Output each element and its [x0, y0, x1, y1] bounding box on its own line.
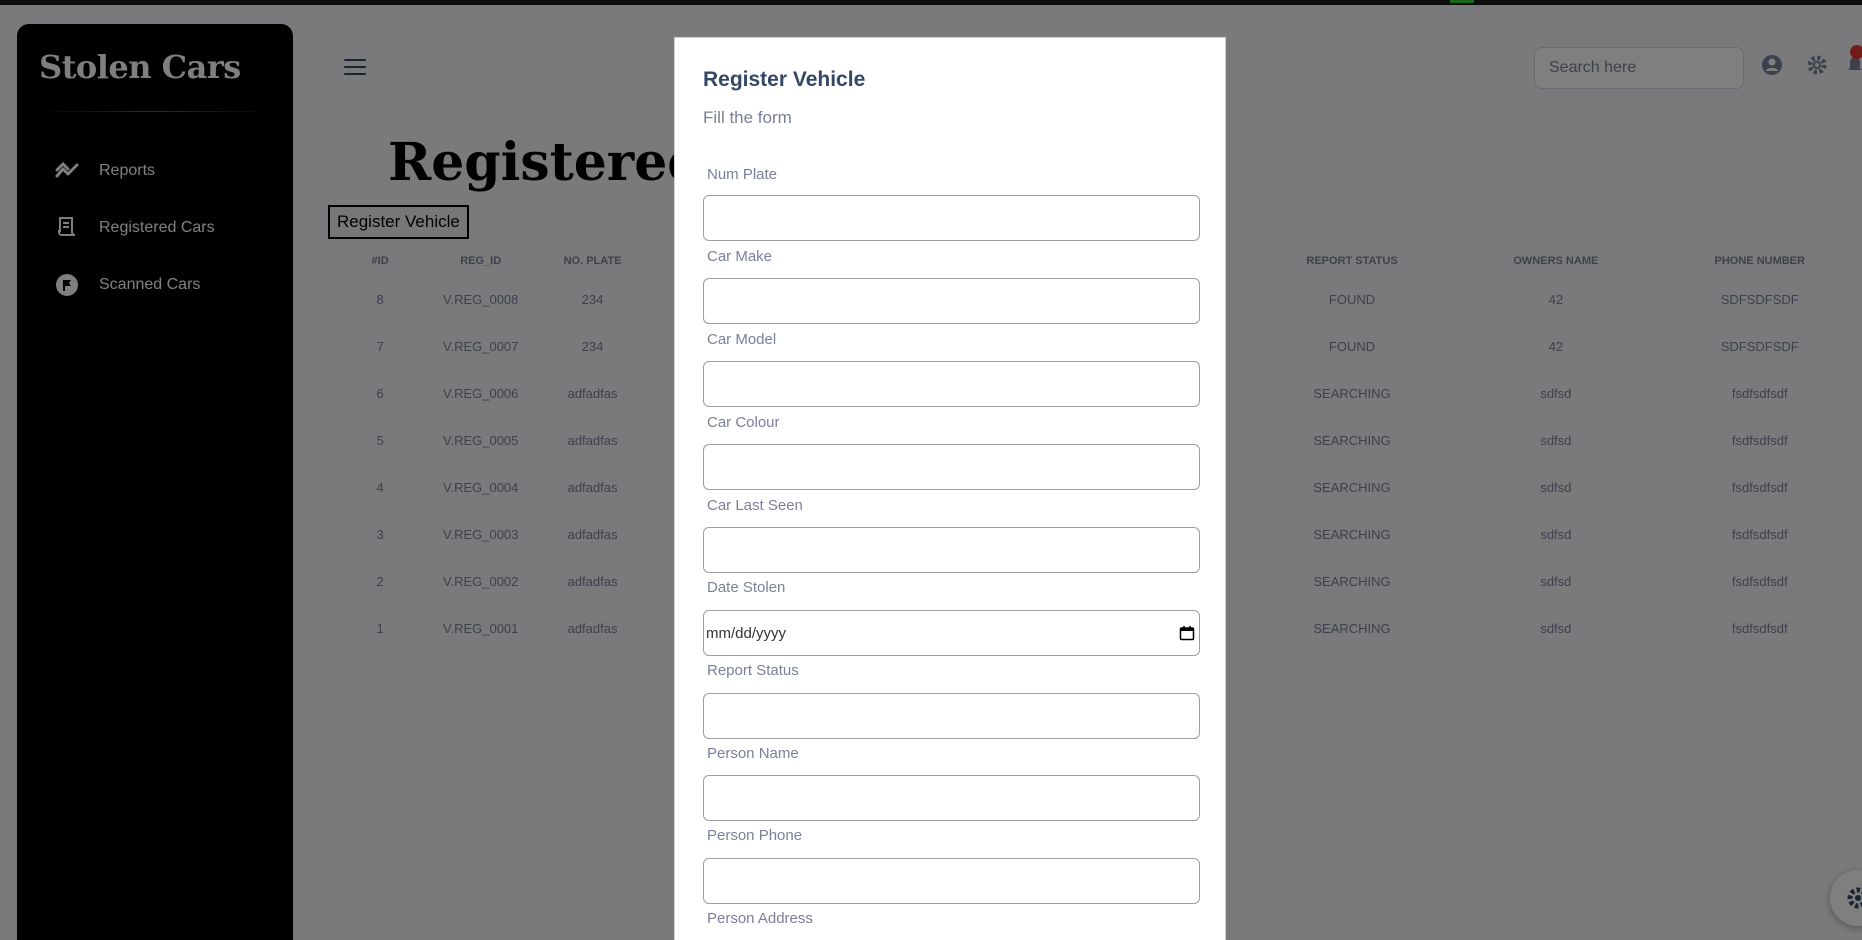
num-plate-input[interactable] — [703, 195, 1200, 241]
report-status-input[interactable] — [703, 693, 1200, 739]
person-address-label: Person Address — [707, 910, 813, 927]
car-model-label: Car Model — [707, 331, 777, 348]
car-make-label: Car Make — [707, 248, 773, 265]
date-stolen-label: Date Stolen — [707, 579, 786, 596]
date-stolen-input[interactable]: mm/dd/yyyy — [703, 610, 1200, 656]
person-name-input[interactable] — [703, 775, 1200, 821]
modal-title: Register Vehicle — [703, 68, 866, 91]
person-phone-input[interactable] — [703, 858, 1200, 904]
person-name-label: Person Name — [707, 745, 799, 762]
car-last-seen-input[interactable] — [703, 527, 1200, 573]
num-plate-label: Num Plate — [707, 166, 778, 183]
car-last-seen-label: Car Last Seen — [707, 497, 803, 514]
car-colour-label: Car Colour — [707, 414, 780, 431]
date-placeholder: mm/dd/yyyy — [706, 624, 787, 642]
car-model-input[interactable] — [703, 361, 1200, 407]
register-vehicle-modal: Register Vehicle Fill the form Num Plate… — [674, 37, 1226, 940]
car-make-input[interactable] — [703, 278, 1200, 324]
calendar-icon[interactable] — [1179, 625, 1195, 641]
car-colour-input[interactable] — [703, 444, 1200, 490]
report-status-label: Report Status — [707, 662, 799, 679]
person-phone-label: Person Phone — [707, 827, 803, 844]
modal-subtitle: Fill the form — [703, 108, 792, 127]
